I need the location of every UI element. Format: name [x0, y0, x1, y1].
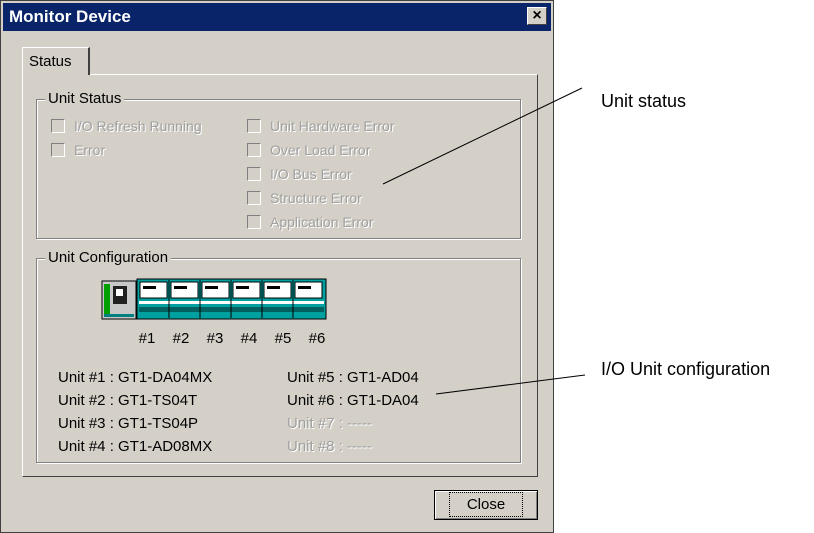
tab-status[interactable]: Status: [22, 47, 90, 75]
callout-lines: [382, 87, 586, 395]
callout-line-unit-status: [382, 87, 583, 185]
callout-line-io-config: [435, 374, 586, 395]
callout-unit-status: Unit status: [601, 91, 687, 111]
callout-io-config: I/O Unit configuration: [601, 359, 771, 379]
